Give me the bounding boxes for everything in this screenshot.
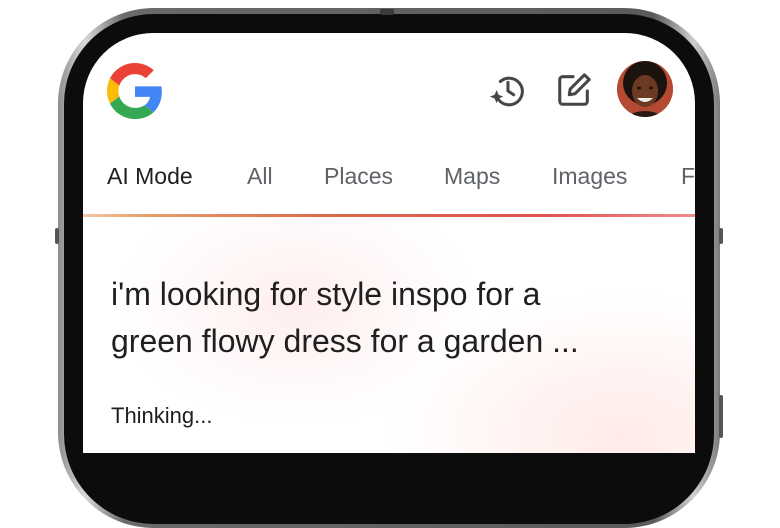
user-query: i'm looking for style inspo for a green … (111, 271, 671, 365)
google-logo-icon[interactable] (107, 63, 163, 119)
phone-side-button-left (55, 228, 59, 244)
query-line-1: i'm looking for style inspo for a (111, 276, 541, 312)
query-line-2: green flowy dress for a garden ... (111, 323, 579, 359)
tab-partial[interactable]: F (681, 163, 695, 190)
tab-places[interactable]: Places (324, 163, 393, 190)
phone-side-button-right (719, 228, 723, 244)
phone-power-button (719, 395, 723, 438)
edit-icon[interactable] (555, 71, 593, 109)
phone-sensor (380, 9, 394, 15)
phone-screen: AI Mode All Places Maps Images F i'm loo… (83, 33, 695, 453)
search-tabs: AI Mode All Places Maps Images F (83, 163, 695, 193)
thinking-status: Thinking... (111, 403, 213, 428)
ai-mode-gradient-divider (83, 214, 695, 217)
tab-maps[interactable]: Maps (444, 163, 500, 190)
tab-images[interactable]: Images (552, 163, 627, 190)
avatar[interactable] (617, 61, 673, 117)
history-icon[interactable] (488, 71, 526, 109)
tab-all[interactable]: All (247, 163, 273, 190)
tab-ai-mode[interactable]: AI Mode (107, 163, 193, 190)
